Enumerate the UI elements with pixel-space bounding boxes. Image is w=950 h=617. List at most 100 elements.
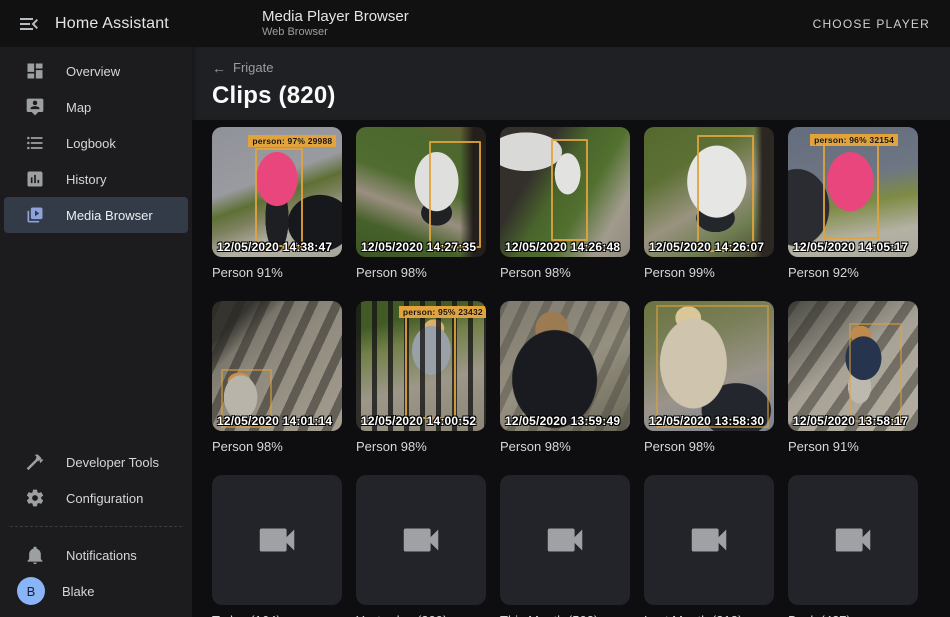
- clip-thumbnail[interactable]: person: 95% 23432 12/05/2020 14:00:52: [356, 301, 486, 431]
- clip-caption: Person 92%: [788, 265, 918, 280]
- detection-bbox: [656, 305, 769, 429]
- sidebar-item-label: Media Browser: [66, 208, 153, 223]
- bell-icon: [25, 545, 45, 565]
- clip-item[interactable]: 12/05/2020 13:59:49 Person 98%: [500, 301, 630, 454]
- page-title: Clips (820): [212, 82, 950, 110]
- play-box-multiple-icon: [25, 205, 45, 225]
- back-arrow-icon: ←: [212, 61, 226, 75]
- back-to-frigate-link[interactable]: ← Frigate: [212, 60, 273, 75]
- detection-bbox: [255, 148, 303, 247]
- folder-item-yesterday[interactable]: Yesterday (209): [356, 475, 486, 617]
- video-camera-icon: [542, 517, 588, 563]
- clip-timestamp: 12/05/2020 13:59:49: [505, 414, 620, 428]
- sidebar-item-overview[interactable]: Overview: [4, 53, 188, 89]
- detection-bbox: [697, 135, 754, 252]
- detection-bbox: [551, 139, 589, 242]
- folder-card[interactable]: [644, 475, 774, 605]
- folder-item-today[interactable]: Today (164): [212, 475, 342, 617]
- clip-item[interactable]: 12/05/2020 14:26:48 Person 98%: [500, 127, 630, 280]
- sidebar-item-history[interactable]: History: [4, 161, 188, 197]
- choose-player-button[interactable]: CHOOSE PLAYER: [797, 9, 946, 39]
- clip-thumbnail[interactable]: person: 97% 29988 12/05/2020 14:38:47: [212, 127, 342, 257]
- clip-caption: Person 91%: [212, 265, 342, 280]
- sidebar-item-profile[interactable]: B Blake: [4, 573, 188, 609]
- video-camera-icon: [830, 517, 876, 563]
- clip-item[interactable]: person: 95% 23432 12/05/2020 14:00:52 Pe…: [356, 301, 486, 454]
- clip-caption: Person 98%: [212, 439, 342, 454]
- hammer-icon: [25, 452, 45, 472]
- sidebar-item-label: Blake: [62, 584, 95, 599]
- folder-item-last-month[interactable]: Last Month (318): [644, 475, 774, 617]
- menu-open-icon[interactable]: [17, 12, 41, 36]
- sidebar-item-label: Configuration: [66, 491, 143, 506]
- sidebar-item-media-browser[interactable]: Media Browser: [4, 197, 188, 233]
- sidebar-item-configuration[interactable]: Configuration: [4, 480, 188, 516]
- detection-bbox: [405, 313, 456, 420]
- avatar: B: [17, 577, 45, 605]
- sidebar-item-notifications[interactable]: Notifications: [4, 537, 188, 573]
- detection-bbox: [823, 144, 879, 239]
- clip-timestamp: 12/05/2020 14:38:47: [217, 240, 332, 254]
- clip-thumbnail[interactable]: 12/05/2020 14:27:35: [356, 127, 486, 257]
- detection-label: person: 95% 23432: [399, 306, 486, 318]
- video-camera-icon: [254, 517, 300, 563]
- clip-item[interactable]: 12/05/2020 14:01:14 Person 98%: [212, 301, 342, 454]
- clips-grid: person: 97% 29988 12/05/2020 14:38:47 Pe…: [192, 120, 950, 617]
- clip-item[interactable]: person: 96% 32154 12/05/2020 14:05:17 Pe…: [788, 127, 918, 280]
- folder-card[interactable]: [500, 475, 630, 605]
- clip-item[interactable]: 12/05/2020 13:58:17 Person 91%: [788, 301, 918, 454]
- sidebar-item-label: Notifications: [66, 548, 137, 563]
- folder-card[interactable]: [788, 475, 918, 605]
- gear-icon: [25, 488, 45, 508]
- tooltip-account-icon: [25, 97, 45, 117]
- sidebar-item-logbook[interactable]: Logbook: [4, 125, 188, 161]
- video-camera-icon: [686, 517, 732, 563]
- app-title: Home Assistant: [55, 15, 169, 33]
- sidebar: Overview Map Logbook History Media Brows: [0, 47, 192, 617]
- clip-thumbnail[interactable]: 12/05/2020 14:26:07: [644, 127, 774, 257]
- clip-item[interactable]: person: 97% 29988 12/05/2020 14:38:47 Pe…: [212, 127, 342, 280]
- panel-subtitle: Web Browser: [262, 26, 409, 39]
- app-window: Home Assistant Media Player Browser Web …: [0, 0, 950, 617]
- folder-item-back[interactable]: Back (427): [788, 475, 918, 617]
- clip-thumbnail[interactable]: 12/05/2020 13:59:49: [500, 301, 630, 431]
- detection-bbox: [849, 323, 902, 422]
- back-label: Frigate: [233, 60, 273, 75]
- clip-caption: Person 98%: [356, 265, 486, 280]
- clip-timestamp: 12/05/2020 14:05:17: [793, 240, 908, 254]
- panel-title: Media Player Browser: [262, 8, 409, 25]
- folder-label: Today (164): [212, 613, 342, 617]
- chart-box-icon: [25, 169, 45, 189]
- clip-caption: Person 98%: [356, 439, 486, 454]
- clip-caption: Person 91%: [788, 439, 918, 454]
- folder-item-this-month[interactable]: This Month (502): [500, 475, 630, 617]
- sidebar-item-map[interactable]: Map: [4, 89, 188, 125]
- clip-timestamp: 12/05/2020 14:00:52: [361, 414, 476, 428]
- clip-item[interactable]: 12/05/2020 13:58:30 Person 98%: [644, 301, 774, 454]
- sidebar-item-label: History: [66, 172, 106, 187]
- clip-thumbnail[interactable]: 12/05/2020 14:26:48: [500, 127, 630, 257]
- clip-timestamp: 12/05/2020 14:26:07: [649, 240, 764, 254]
- clip-item[interactable]: 12/05/2020 14:26:07 Person 99%: [644, 127, 774, 280]
- folder-card[interactable]: [356, 475, 486, 605]
- clip-timestamp: 12/05/2020 14:26:48: [505, 240, 620, 254]
- topbar-left: Home Assistant: [0, 12, 192, 36]
- clip-thumbnail[interactable]: 12/05/2020 13:58:30: [644, 301, 774, 431]
- clip-item[interactable]: 12/05/2020 14:27:35 Person 98%: [356, 127, 486, 280]
- clip-timestamp: 12/05/2020 14:27:35: [361, 240, 476, 254]
- detection-label: person: 97% 29988: [248, 135, 336, 147]
- detection-label: person: 96% 32154: [810, 134, 898, 146]
- list-bulleted-icon: [25, 133, 45, 153]
- clip-thumbnail[interactable]: person: 96% 32154 12/05/2020 14:05:17: [788, 127, 918, 257]
- sidebar-item-developer-tools[interactable]: Developer Tools: [4, 444, 188, 480]
- sidebar-divider: [10, 526, 182, 527]
- clip-timestamp: 12/05/2020 14:01:14: [217, 414, 332, 428]
- clip-thumbnail[interactable]: 12/05/2020 13:58:17: [788, 301, 918, 431]
- folder-label: Back (427): [788, 613, 918, 617]
- clip-thumbnail[interactable]: 12/05/2020 14:01:14: [212, 301, 342, 431]
- clip-caption: Person 99%: [644, 265, 774, 280]
- detection-bbox: [429, 141, 481, 248]
- clip-timestamp: 12/05/2020 13:58:17: [793, 414, 908, 428]
- folder-card[interactable]: [212, 475, 342, 605]
- panel-title-block: Media Player Browser Web Browser: [262, 8, 409, 39]
